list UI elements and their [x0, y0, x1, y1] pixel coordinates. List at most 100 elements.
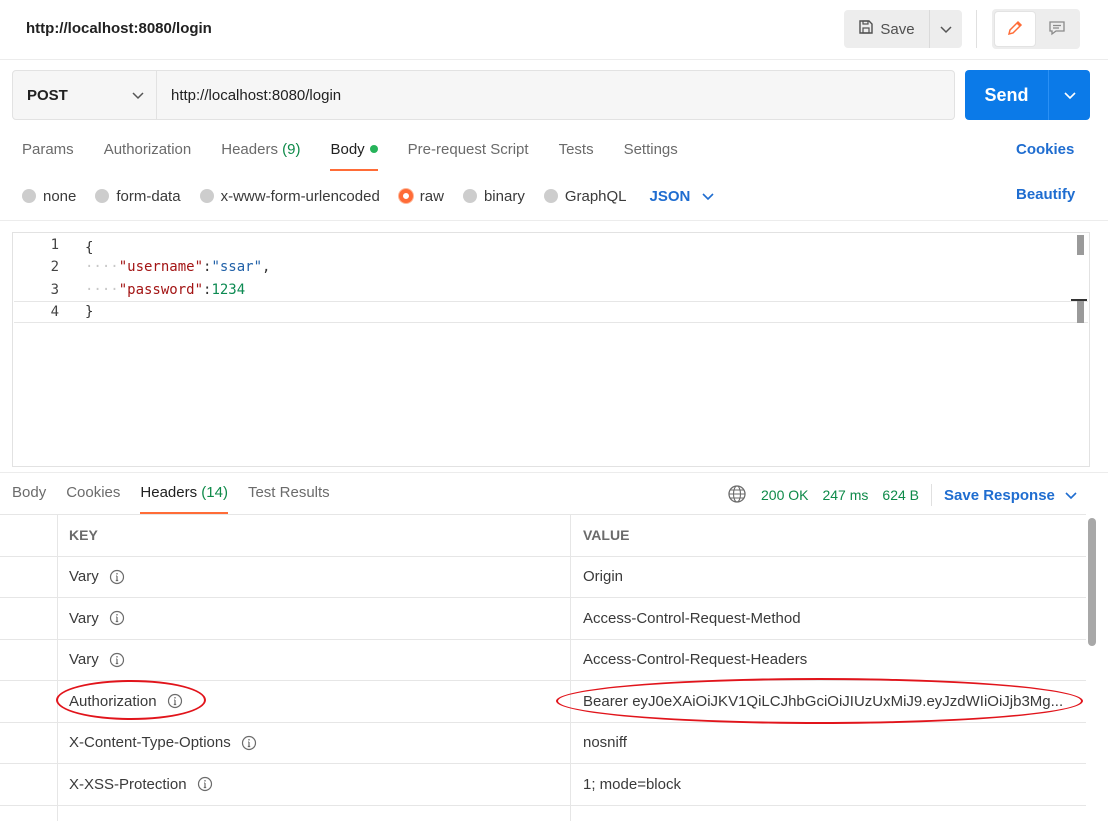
- info-icon[interactable]: [109, 652, 125, 668]
- info-icon[interactable]: [109, 610, 125, 626]
- edit-mode-button[interactable]: [995, 12, 1035, 46]
- tab-authorization[interactable]: Authorization: [104, 138, 192, 172]
- row-spacer-cell: [0, 639, 58, 680]
- header-key-cell: Vary: [58, 556, 571, 597]
- tab-label: Body: [330, 141, 365, 158]
- info-icon[interactable]: [109, 569, 125, 585]
- request-tabs: Params Authorization Headers (9) Body Pr…: [22, 138, 708, 172]
- response-size[interactable]: 624 B: [882, 487, 919, 503]
- url-bar: POST: [12, 70, 955, 120]
- json-string-value: "ssar": [211, 259, 263, 275]
- code-line: 2 ····"username":"ssar",: [13, 256, 1073, 278]
- radio-none[interactable]: none: [22, 188, 76, 205]
- tab-test-results[interactable]: Test Results: [248, 484, 330, 514]
- row-spacer-cell: [0, 805, 58, 821]
- header-value[interactable]: Bearer eyJ0eXAiOiJKV1QiLCJhbGciOiJIUzUxM…: [571, 681, 1086, 722]
- radio-button[interactable]: [95, 189, 110, 203]
- header-value[interactable]: Origin: [571, 557, 1086, 598]
- tab-label: Tests: [558, 141, 594, 158]
- tab-pre-request-script[interactable]: Pre-request Script: [408, 138, 529, 172]
- save-button-group: Save: [844, 10, 962, 48]
- radio-button[interactable]: [543, 189, 558, 203]
- editor-scrollbar-thumb[interactable]: [1077, 235, 1084, 255]
- request-title[interactable]: http://localhost:8080/login: [26, 20, 212, 37]
- tab-params[interactable]: Params: [22, 138, 74, 172]
- body-type-options: none form-data x-www-form-urlencoded raw…: [22, 184, 714, 208]
- header-value[interactable]: Access-Control-Request-Headers: [571, 640, 1086, 681]
- tab-settings[interactable]: Settings: [624, 138, 678, 172]
- status-code[interactable]: 200 OK: [761, 487, 808, 503]
- header-value[interactable]: nosniff: [571, 723, 1086, 764]
- radio-button-selected[interactable]: [398, 189, 413, 203]
- response-divider: [0, 472, 1108, 473]
- tab-label: Body: [12, 484, 47, 501]
- header-key-cell: Vary: [58, 598, 571, 639]
- tab-body[interactable]: Body: [330, 138, 378, 172]
- cookies-link[interactable]: Cookies: [1016, 141, 1074, 158]
- header-key: X-Content-Type-Options: [69, 734, 231, 752]
- save-label: Save: [880, 20, 915, 38]
- globe-icon[interactable]: [727, 484, 747, 507]
- chevron-down-icon: [132, 87, 144, 104]
- response-time[interactable]: 247 ms: [822, 487, 868, 503]
- radio-label: form-data: [116, 187, 181, 205]
- radio-graphql[interactable]: GraphQL: [543, 187, 627, 205]
- json-key: "password": [118, 282, 204, 298]
- response-meta: 200 OK 247 ms 624 B Save Response: [727, 484, 1077, 506]
- send-options-button[interactable]: [1049, 70, 1090, 120]
- radio-button[interactable]: [199, 189, 214, 203]
- radio-binary[interactable]: binary: [462, 188, 525, 205]
- tab-response-body[interactable]: Body: [12, 484, 46, 514]
- header-key: X-XSS-Protection: [69, 775, 187, 793]
- column-header-key: KEY: [58, 515, 571, 556]
- tab-headers[interactable]: Headers (9): [221, 138, 300, 172]
- method-select[interactable]: POST: [13, 71, 157, 119]
- table-row: Vary Access-Control-Request-Headers: [0, 639, 1086, 681]
- close-brace: }: [85, 304, 94, 320]
- json-number-value: 1234: [211, 282, 246, 298]
- table-row: X-Content-Type-Options nosniff: [0, 722, 1086, 764]
- header-key: Vary: [69, 568, 99, 586]
- chevron-down-icon: [1063, 87, 1076, 103]
- tab-label: Settings: [623, 141, 678, 158]
- save-response-button[interactable]: Save Response: [944, 487, 1077, 504]
- radio-raw[interactable]: raw: [398, 188, 444, 205]
- radio-button[interactable]: [462, 189, 477, 203]
- info-icon[interactable]: [167, 693, 183, 709]
- header-key-cell: X-Content-Type-Options: [58, 722, 571, 763]
- line-number: 4: [50, 304, 59, 320]
- beautify-link[interactable]: Beautify: [1016, 186, 1075, 203]
- line-number: 1: [50, 237, 59, 253]
- info-icon[interactable]: [197, 776, 213, 792]
- row-spacer-cell: [0, 598, 58, 639]
- header-value[interactable]: Access-Control-Request-Method: [571, 598, 1086, 639]
- row-spacer-cell: [0, 722, 58, 763]
- body-editor[interactable]: 1 { 2 ····"username":"ssar", 3 ····"pass…: [12, 232, 1090, 467]
- save-options-button[interactable]: [930, 10, 962, 48]
- radio-button[interactable]: [22, 189, 36, 203]
- send-button[interactable]: Send: [965, 70, 1049, 120]
- radio-label: x-www-form-urlencoded: [220, 187, 380, 205]
- tab-response-headers[interactable]: Headers (14): [140, 484, 228, 514]
- radio-form-data[interactable]: form-data: [95, 187, 181, 205]
- tab-tests[interactable]: Tests: [559, 138, 594, 172]
- header-key-cell: Authorization: [58, 681, 571, 722]
- body-format-select[interactable]: JSON: [650, 188, 715, 205]
- table-header-row: KEY VALUE: [0, 515, 1086, 557]
- response-headers-table: KEY VALUE Vary Origin Vary Access-Contro…: [0, 514, 1086, 821]
- header-key-cell: Vary: [58, 639, 571, 680]
- tab-label: Cookies: [66, 484, 121, 501]
- url-input[interactable]: [157, 71, 954, 119]
- header-key: Authorization: [69, 692, 157, 710]
- info-icon[interactable]: [241, 735, 257, 751]
- tab-response-cookies[interactable]: Cookies: [66, 484, 120, 514]
- row-spacer-cell: [0, 681, 58, 722]
- header-value[interactable]: 1; mode=block: [571, 764, 1086, 805]
- comments-mode-button[interactable]: [1037, 12, 1077, 46]
- save-button[interactable]: Save: [844, 10, 930, 48]
- headers-count: (9): [282, 141, 301, 158]
- radio-label: GraphQL: [564, 187, 627, 205]
- radio-x-www-form-urlencoded[interactable]: x-www-form-urlencoded: [199, 187, 380, 205]
- chevron-down-icon: [940, 21, 952, 37]
- table-scrollbar-thumb[interactable]: [1088, 518, 1096, 646]
